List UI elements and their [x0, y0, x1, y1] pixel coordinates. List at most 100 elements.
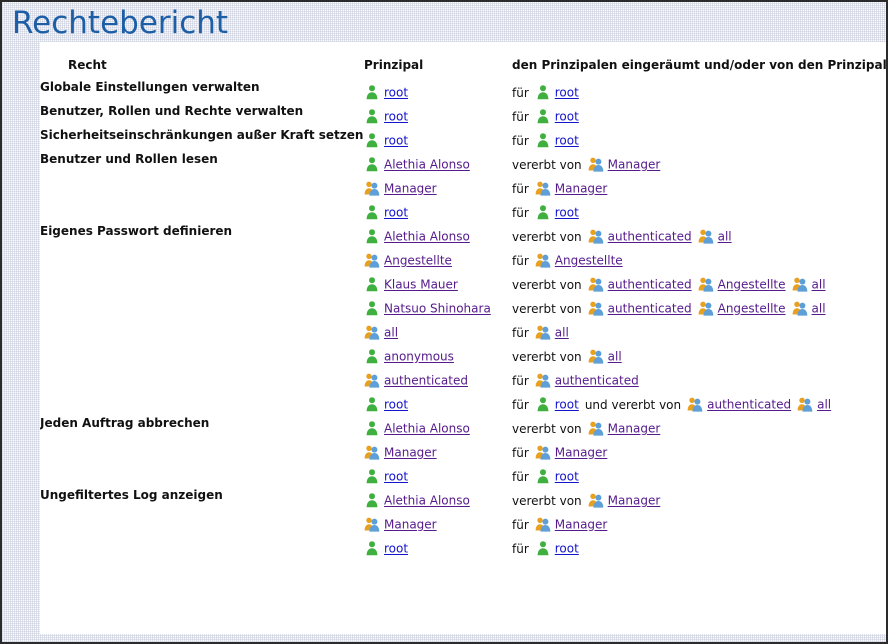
- user-icon: [364, 396, 380, 412]
- group-icon: [364, 444, 380, 460]
- principal-link[interactable]: Angestellte: [384, 254, 452, 268]
- principal-link[interactable]: root: [384, 542, 408, 556]
- principal-link[interactable]: root: [384, 134, 408, 148]
- principal-link[interactable]: root: [555, 86, 579, 100]
- principal-cell: Alethia Alonso Manager root: [364, 488, 512, 560]
- group-icon: [535, 444, 551, 460]
- principal-link[interactable]: all: [812, 302, 826, 316]
- principal-line: Manager: [364, 512, 512, 536]
- principal-entry: all: [364, 320, 398, 345]
- principal-link[interactable]: root: [555, 134, 579, 148]
- principal-link[interactable]: Manager: [608, 422, 661, 436]
- right-name-cell: Jeden Auftrag abbrechen: [40, 416, 364, 488]
- principal-line: Klaus Mauer: [364, 272, 512, 296]
- principal-link[interactable]: authenticated: [384, 374, 468, 388]
- principal-link[interactable]: root: [555, 542, 579, 556]
- granted-prefix-text: vererbt von: [512, 417, 582, 441]
- principal-link[interactable]: Manager: [608, 158, 661, 172]
- principal-entry: Manager: [364, 176, 437, 201]
- principal-link[interactable]: root: [555, 110, 579, 124]
- principal-cell: Alethia Alonso Manager root: [364, 416, 512, 488]
- principal-link[interactable]: Alethia Alonso: [384, 494, 470, 508]
- table-body: Globale Einstellungen verwaltenrootfürro…: [40, 80, 888, 560]
- principal-line: Alethia Alonso: [364, 224, 512, 248]
- principal-link[interactable]: authenticated: [707, 398, 791, 412]
- granted-line: fürManager: [512, 440, 888, 464]
- granted-line: vererbt von Manager: [512, 416, 888, 440]
- principal-link[interactable]: root: [555, 470, 579, 484]
- principal-entry: root: [535, 104, 579, 129]
- principal-line: authenticated: [364, 368, 512, 392]
- principal-link[interactable]: all: [384, 326, 398, 340]
- user-icon: [535, 84, 551, 100]
- principal-entry: Manager: [588, 416, 661, 441]
- user-icon: [535, 396, 551, 412]
- report-content-panel: Recht Prinzipal den Prinzipalen eingeräu…: [40, 42, 888, 634]
- principal-link[interactable]: Angestellte: [555, 254, 623, 268]
- principal-link[interactable]: Alethia Alonso: [384, 158, 470, 172]
- granted-prefix-text: für: [512, 369, 529, 393]
- principal-link[interactable]: all: [812, 278, 826, 292]
- principal-entry: Angestellte: [364, 248, 452, 273]
- principal-entry: root: [364, 104, 408, 129]
- principal-link[interactable]: root: [384, 470, 408, 484]
- column-header-granted: den Prinzipalen eingeräumt und/oder von …: [512, 42, 888, 80]
- principal-link[interactable]: Angestellte: [718, 302, 786, 316]
- principal-link[interactable]: root: [384, 110, 408, 124]
- principal-link[interactable]: Angestellte: [718, 278, 786, 292]
- principal-link[interactable]: all: [555, 326, 569, 340]
- principal-entry: root: [535, 80, 579, 105]
- principal-link[interactable]: Manager: [555, 518, 608, 532]
- group-icon: [364, 252, 380, 268]
- principal-line: Alethia Alonso: [364, 152, 512, 176]
- principal-link[interactable]: Manager: [608, 494, 661, 508]
- column-header-principal: Prinzipal: [364, 42, 512, 80]
- granted-line: vererbt vonauthenticatedAngestellteall: [512, 296, 888, 320]
- principal-link[interactable]: Natsuo Shinohara: [384, 302, 491, 316]
- principal-link[interactable]: root: [555, 206, 579, 220]
- principal-link[interactable]: Alethia Alonso: [384, 422, 470, 436]
- group-icon: [588, 492, 604, 508]
- principal-link[interactable]: all: [718, 230, 732, 244]
- principal-link[interactable]: authenticated: [608, 230, 692, 244]
- principal-link[interactable]: Manager: [384, 518, 437, 532]
- principal-link[interactable]: Manager: [384, 182, 437, 196]
- granted-mid-text: und vererbt von: [585, 393, 681, 417]
- principal-entry: root: [364, 464, 408, 489]
- principal-link[interactable]: all: [608, 350, 622, 364]
- user-icon: [364, 132, 380, 148]
- principal-link[interactable]: authenticated: [608, 278, 692, 292]
- principal-entry: Alethia Alonso: [364, 152, 470, 177]
- user-icon: [364, 492, 380, 508]
- granted-line: fürroot: [512, 200, 888, 224]
- principal-link[interactable]: authenticated: [555, 374, 639, 388]
- principal-link[interactable]: root: [384, 206, 408, 220]
- principal-link[interactable]: anonymous: [384, 350, 454, 364]
- principal-cell: root: [364, 104, 512, 128]
- principal-line: root: [364, 392, 512, 416]
- user-icon: [364, 204, 380, 220]
- principal-link[interactable]: Manager: [384, 446, 437, 460]
- principal-link[interactable]: Klaus Mauer: [384, 278, 458, 292]
- group-icon: [535, 324, 551, 340]
- principal-link[interactable]: root: [384, 398, 408, 412]
- right-name-cell: Benutzer, Rollen und Rechte verwalten: [40, 104, 364, 128]
- granted-prefix-text: für: [512, 249, 529, 273]
- principal-link[interactable]: root: [384, 86, 408, 100]
- principal-entry: Manager: [535, 176, 608, 201]
- principal-line: all: [364, 320, 512, 344]
- user-icon: [535, 132, 551, 148]
- group-icon: [792, 300, 808, 316]
- principal-link[interactable]: Manager: [555, 446, 608, 460]
- principal-entry: Manager: [364, 512, 437, 537]
- granted-line: fürroot: [512, 536, 888, 560]
- principal-entry: root: [535, 392, 579, 417]
- principal-link[interactable]: root: [555, 398, 579, 412]
- principal-link[interactable]: Alethia Alonso: [384, 230, 470, 244]
- principal-cell: Alethia Alonso Manager root: [364, 152, 512, 224]
- principal-link[interactable]: Manager: [555, 182, 608, 196]
- principal-entry: Angestellte: [698, 272, 786, 297]
- group-icon: [698, 300, 714, 316]
- principal-link[interactable]: all: [817, 398, 831, 412]
- principal-link[interactable]: authenticated: [608, 302, 692, 316]
